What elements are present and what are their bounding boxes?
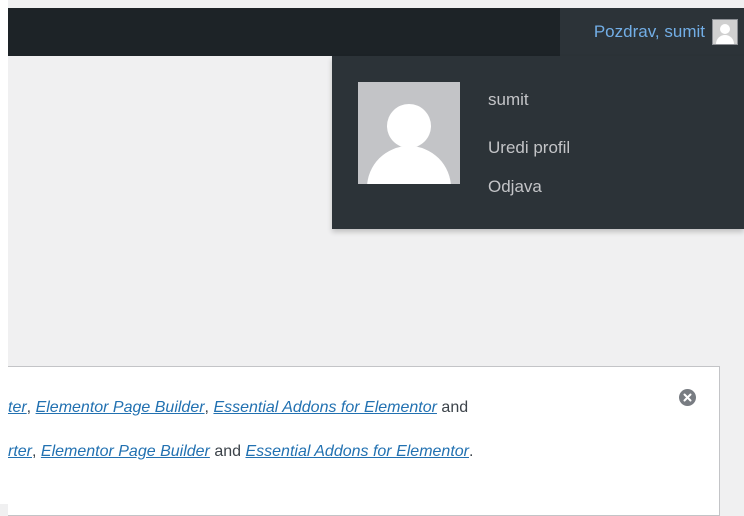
notice-link-starter[interactable]: ter bbox=[8, 399, 27, 416]
notice-link-elementor[interactable]: Elementor Page Builder bbox=[41, 443, 210, 460]
user-avatar-icon[interactable] bbox=[712, 19, 738, 45]
username-link[interactable]: sumit bbox=[488, 90, 529, 110]
left-edge bbox=[0, 0, 8, 504]
notice-line-1: ter, Elementor Page Builder, Essential A… bbox=[8, 399, 468, 417]
notice-link-essential-addons[interactable]: Essential Addons for Elementor bbox=[245, 443, 469, 460]
admin-bar: Pozdrav, sumit bbox=[8, 8, 744, 56]
dismiss-icon[interactable] bbox=[679, 389, 696, 406]
logout-link[interactable]: Odjava bbox=[488, 177, 542, 197]
greeting-text[interactable]: Pozdrav, sumit bbox=[594, 22, 705, 42]
notice-separator: , bbox=[26, 399, 36, 416]
notice-separator: , bbox=[32, 443, 41, 460]
profile-avatar[interactable] bbox=[358, 82, 460, 184]
account-dropdown: sumit Uredi profil Odjava bbox=[332, 56, 744, 229]
notice-link-essential-addons[interactable]: Essential Addons for Elementor bbox=[213, 399, 437, 416]
notice-line-2: rter, Elementor Page Builder and Essenti… bbox=[8, 443, 473, 461]
notice-link-starter[interactable]: rter bbox=[8, 443, 32, 460]
plugin-notice: ter, Elementor Page Builder, Essential A… bbox=[8, 366, 720, 516]
notice-text: and bbox=[436, 399, 469, 416]
my-account-greeting[interactable]: Pozdrav, sumit bbox=[560, 8, 744, 56]
edit-profile-link[interactable]: Uredi profil bbox=[488, 138, 570, 158]
notice-separator: and bbox=[209, 443, 246, 460]
notice-link-elementor[interactable]: Elementor Page Builder bbox=[36, 399, 205, 416]
notice-text: . bbox=[469, 443, 474, 460]
